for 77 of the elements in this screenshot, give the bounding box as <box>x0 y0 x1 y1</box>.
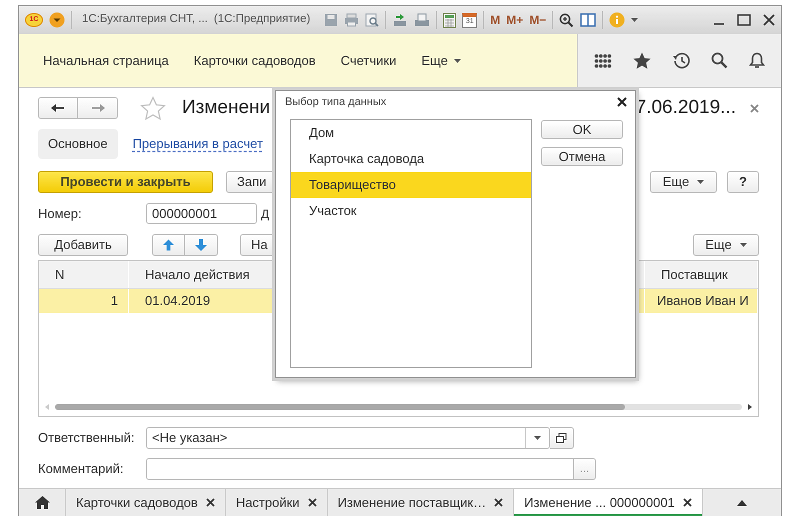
window-title: 1С:Бухгалтерия СНТ, ... <box>82 12 208 28</box>
comment-field[interactable] <box>146 458 574 480</box>
field-label: Комментарий: <box>38 460 124 478</box>
document-title: Изменени <box>182 96 270 120</box>
back-button[interactable] <box>38 97 78 119</box>
field-label: Ответственный: <box>38 429 136 448</box>
field-label: Д <box>261 206 270 222</box>
menu-dropdown-icon[interactable] <box>49 12 65 28</box>
caret-icon <box>534 436 541 440</box>
caret-icon <box>740 242 747 246</box>
tray-arrow-icon[interactable] <box>392 13 408 27</box>
bell-icon[interactable] <box>748 52 765 69</box>
memory-button[interactable]: M <box>490 11 500 29</box>
history-icon[interactable] <box>672 52 690 69</box>
panel-icon[interactable] <box>580 13 596 27</box>
up-arrow-icon <box>163 238 174 250</box>
field-label: Номер: <box>38 204 83 223</box>
number-field[interactable]: 000000001 <box>146 203 257 224</box>
move-up-button[interactable] <box>152 234 185 256</box>
search-icon[interactable] <box>710 52 728 69</box>
app-name: (1С:Предприятие) <box>214 12 310 28</box>
move-down-button[interactable] <box>185 234 218 256</box>
add-button[interactable]: Добавить <box>38 234 128 256</box>
more-button[interactable]: Еще <box>693 234 759 256</box>
close-icon[interactable] <box>206 498 215 507</box>
dialog-button[interactable]: OK <box>541 120 623 139</box>
star-icon[interactable] <box>140 96 166 120</box>
horizontal-scrollbar[interactable] <box>45 401 752 413</box>
document-title: 7.06.2019... <box>636 96 736 120</box>
list-item[interactable]: Карточка садовода <box>291 146 531 172</box>
zoom-in-icon[interactable] <box>559 12 574 28</box>
preview-icon[interactable] <box>365 13 380 27</box>
star-icon[interactable] <box>633 52 652 69</box>
open-tab[interactable]: Настройки <box>226 489 328 516</box>
apps-grid-icon[interactable] <box>594 52 612 68</box>
left-arrow-icon <box>51 104 65 112</box>
post-and-close-button[interactable]: Провести и закрыть <box>38 171 213 193</box>
caret-icon <box>454 58 462 62</box>
close-icon[interactable] <box>494 498 504 507</box>
column-header: N <box>39 261 129 288</box>
open-window-icon <box>556 433 567 443</box>
more-button[interactable]: Еще <box>650 171 717 193</box>
nav-link[interactable]: Карточки садоводов <box>194 50 316 70</box>
home-icon <box>34 496 50 509</box>
help-button[interactable]: ? <box>727 171 759 193</box>
dialog-title: Выбор типа данных <box>285 94 386 110</box>
column-header: Поставщик <box>645 261 758 288</box>
close-icon[interactable] <box>617 97 627 107</box>
memory-button[interactable]: M+ <box>506 11 524 29</box>
open-tab[interactable]: Карточки садоводов <box>66 489 226 516</box>
list-item[interactable]: Участок <box>291 198 531 224</box>
caret-icon <box>631 18 638 22</box>
close-icon[interactable] <box>308 498 317 507</box>
list-item[interactable]: Товарищество <box>291 172 531 198</box>
close-icon[interactable] <box>763 14 775 26</box>
responsible-field[interactable]: <Не указан> <box>146 427 550 449</box>
list-item[interactable]: Дом <box>291 120 531 146</box>
nav-link[interactable]: Счетчики <box>340 50 396 70</box>
nav-link[interactable]: Еще <box>421 50 462 70</box>
open-button[interactable] <box>550 427 574 449</box>
calculator-icon[interactable] <box>443 12 456 28</box>
close-icon[interactable] <box>682 498 692 507</box>
up-triangle-icon <box>736 500 747 506</box>
caret-icon <box>697 180 704 184</box>
down-arrow-icon <box>195 238 207 250</box>
table-cell: 1 <box>39 289 129 313</box>
right-arrow-icon <box>90 104 104 112</box>
form-tab[interactable]: Прерывания в расчет <box>130 134 265 154</box>
scroll-right-icon[interactable] <box>748 404 752 410</box>
dialog-button[interactable]: Отмена <box>541 147 623 166</box>
open-tab[interactable]: Изменение ... 000000001 <box>514 489 703 516</box>
nav-link[interactable]: Начальная страница <box>43 50 169 70</box>
maximize-icon[interactable] <box>737 14 751 26</box>
table-cell: Иванов Иван И <box>645 289 758 313</box>
form-tab[interactable]: Основное <box>38 129 118 159</box>
memory-button[interactable]: M− <box>529 11 546 29</box>
scanner-icon[interactable] <box>414 13 430 27</box>
